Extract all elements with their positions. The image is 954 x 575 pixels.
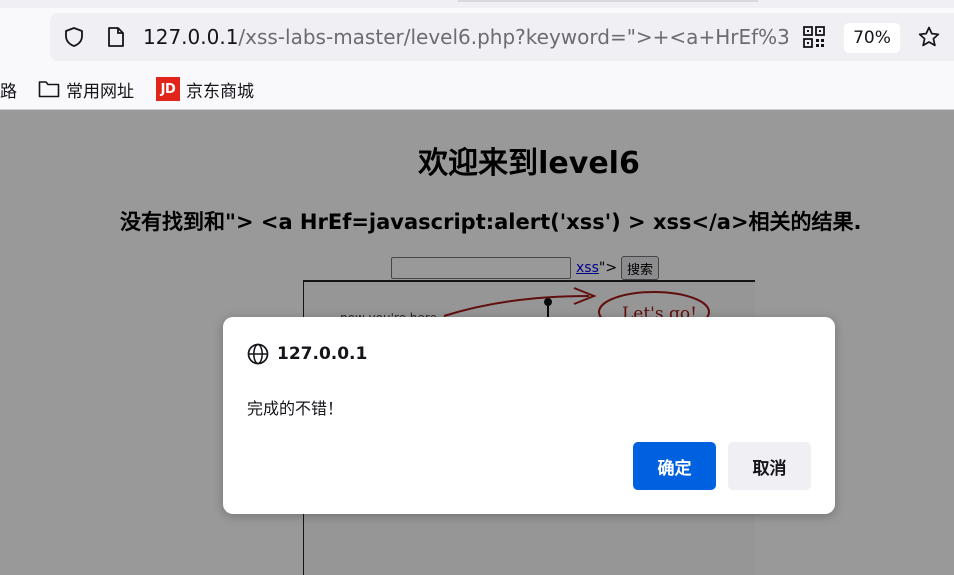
- star-icon[interactable]: [917, 25, 941, 49]
- browser-toolbar: 127.0.0.1/xss-labs-master/level6.php?key…: [0, 0, 954, 68]
- folder-icon: [38, 79, 60, 99]
- zoom-badge[interactable]: 70%: [844, 23, 900, 53]
- bookmark-jd[interactable]: JD 京东商城: [156, 77, 254, 102]
- bookmark-partial[interactable]: 路: [0, 77, 17, 102]
- url-path: /xss-labs-master/level6.php?keyword=">+<…: [238, 25, 788, 49]
- tab-strip: [0, 0, 954, 8]
- url-bar[interactable]: 127.0.0.1/xss-labs-master/level6.php?key…: [50, 13, 954, 61]
- dialog-header: 127.0.0.1: [247, 341, 367, 367]
- qr-code-icon[interactable]: [802, 25, 826, 49]
- bookmark-label: 京东商城: [186, 81, 254, 102]
- bookmark-label: 路: [0, 81, 17, 102]
- alert-dialog: 127.0.0.1 完成的不错！ 确定 取消: [223, 317, 835, 514]
- jd-logo: JD: [156, 77, 180, 101]
- bookmark-folder-common[interactable]: 常用网址: [38, 77, 134, 102]
- globe-icon: [247, 343, 269, 365]
- bookmark-label: 常用网址: [66, 81, 134, 102]
- ok-button[interactable]: 确定: [633, 442, 716, 490]
- dialog-host: 127.0.0.1: [277, 344, 368, 364]
- dialog-message: 完成的不错！: [247, 399, 344, 418]
- tab-edge: [458, 0, 758, 2]
- cancel-button[interactable]: 取消: [728, 442, 811, 490]
- url-text[interactable]: 127.0.0.1/xss-labs-master/level6.php?key…: [143, 23, 788, 51]
- shield-icon[interactable]: [62, 25, 86, 49]
- bookmarks-bar: 路 常用网址 JD 京东商城: [0, 68, 954, 110]
- url-host: 127.0.0.1: [143, 25, 239, 49]
- page-icon[interactable]: [104, 25, 128, 49]
